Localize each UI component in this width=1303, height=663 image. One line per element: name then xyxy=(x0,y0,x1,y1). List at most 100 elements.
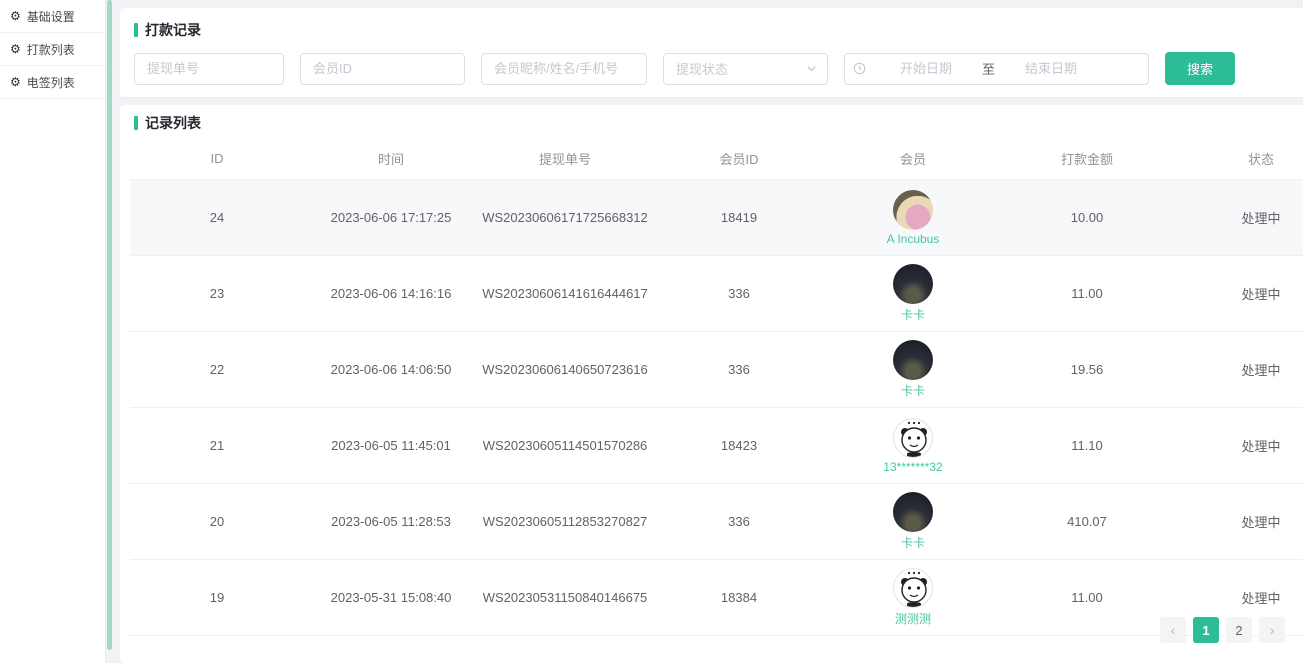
member-avatar xyxy=(893,264,933,304)
date-range-picker[interactable]: 至 xyxy=(844,53,1149,85)
cell-time: 2023-06-06 14:16:16 xyxy=(304,256,478,332)
cell-member: 卡卡 xyxy=(826,332,1000,408)
column-header: 会员 xyxy=(826,137,1000,180)
sidebar-item-label: 电签列表 xyxy=(27,74,75,91)
end-date-input[interactable] xyxy=(995,60,1107,77)
cell-order-no: WS20230606141616444617 xyxy=(478,256,652,332)
records-table: ID时间提现单号会员ID会员打款金额状态 24 2023-06-06 17:17… xyxy=(130,137,1303,636)
cell-amount: 11.00 xyxy=(1000,560,1174,636)
member-name-link[interactable]: 卡卡 xyxy=(901,534,925,551)
prev-page-button[interactable]: ‹ xyxy=(1160,617,1186,643)
cell-status: 处理中 xyxy=(1174,408,1303,484)
page-button-1[interactable]: 1 xyxy=(1193,617,1219,643)
cell-time: 2023-06-06 17:17:25 xyxy=(304,180,478,256)
table-row: 19 2023-05-31 15:08:40 WS202305311508401… xyxy=(130,560,1303,636)
table-row: 23 2023-06-06 14:16:16 WS202306061416164… xyxy=(130,256,1303,332)
record-list-title: 记录列表 xyxy=(120,113,1303,133)
start-date-input[interactable] xyxy=(870,60,982,77)
search-button[interactable]: 搜索 xyxy=(1165,52,1235,85)
title-marker xyxy=(134,23,138,37)
member-name-link[interactable]: 卡卡 xyxy=(901,382,925,399)
table-header-row: ID时间提现单号会员ID会员打款金额状态 xyxy=(130,137,1303,180)
member-avatar xyxy=(893,190,933,230)
pagination: ‹ 12 › xyxy=(1160,617,1285,643)
sidebar-item[interactable]: ⚙ 打款列表 xyxy=(0,33,105,66)
column-header: 时间 xyxy=(304,137,478,180)
sidebar-item[interactable]: ⚙ 电签列表 xyxy=(0,66,105,99)
cell-order-no: WS20230605112853270827 xyxy=(478,484,652,560)
record-list-title-text: 记录列表 xyxy=(145,113,201,133)
sidebar-item[interactable]: ⚙ 基础设置 xyxy=(0,0,105,33)
cell-order-no: WS20230606140650723616 xyxy=(478,332,652,408)
member-name-link[interactable]: 卡卡 xyxy=(901,306,925,323)
filter-card-title-text: 打款记录 xyxy=(145,20,201,40)
withdraw-order-no-input[interactable] xyxy=(134,53,284,85)
column-header: 会员ID xyxy=(652,137,826,180)
cell-time: 2023-05-31 15:08:40 xyxy=(304,560,478,636)
table-row: 21 2023-06-05 11:45:01 WS202306051145015… xyxy=(130,408,1303,484)
sidebar-item-label: 基础设置 xyxy=(27,8,75,25)
status-text: 处理中 xyxy=(1241,287,1280,302)
filter-card-title: 打款记录 xyxy=(134,20,1303,40)
cell-member-id: 18384 xyxy=(652,560,826,636)
status-text: 处理中 xyxy=(1241,363,1280,378)
cell-member: 13*******32 xyxy=(826,408,1000,484)
clock-icon xyxy=(853,62,866,75)
cell-order-no: WS20230531150840146675 xyxy=(478,560,652,636)
status-select-placeholder: 提现状态 xyxy=(676,59,728,78)
member-avatar xyxy=(893,492,933,532)
cell-time: 2023-06-06 14:06:50 xyxy=(304,332,478,408)
cell-member-id: 336 xyxy=(652,256,826,332)
scrollbar-thumb[interactable] xyxy=(107,0,112,650)
cell-id: 22 xyxy=(130,332,304,408)
withdraw-status-select[interactable]: 提现状态 xyxy=(663,53,828,85)
title-marker xyxy=(134,116,138,130)
cell-member: 测测测 xyxy=(826,560,1000,636)
sidebar-item-label: 打款列表 xyxy=(27,41,75,58)
chevron-down-icon xyxy=(806,63,817,74)
member-info-input[interactable] xyxy=(481,53,647,85)
status-text: 处理中 xyxy=(1241,211,1280,226)
cell-status: 处理中 xyxy=(1174,180,1303,256)
member-id-input[interactable] xyxy=(300,53,465,85)
cell-status: 处理中 xyxy=(1174,332,1303,408)
next-page-button[interactable]: › xyxy=(1259,617,1285,643)
payment-admin-page: { "colors":{"accent":"#2cbd96","link":"#… xyxy=(0,0,1303,663)
cell-time: 2023-06-05 11:28:53 xyxy=(304,484,478,560)
record-list-card: 记录列表 ID时间提现单号会员ID会员打款金额状态 24 2023-06-06 … xyxy=(120,105,1303,663)
member-name-link[interactable]: 测测测 xyxy=(895,610,931,627)
cell-amount: 11.10 xyxy=(1000,408,1174,484)
page-button-2[interactable]: 2 xyxy=(1226,617,1252,643)
cell-id: 19 xyxy=(130,560,304,636)
cell-amount: 11.00 xyxy=(1000,256,1174,332)
member-avatar xyxy=(893,418,933,458)
sidebar: ⚙ 基础设置 ⚙ 打款列表 ⚙ 电签列表 xyxy=(0,0,106,663)
cell-id: 23 xyxy=(130,256,304,332)
status-text: 处理中 xyxy=(1241,439,1280,454)
column-header: ID xyxy=(130,137,304,180)
cell-id: 21 xyxy=(130,408,304,484)
member-name-link[interactable]: 13*******32 xyxy=(883,460,942,474)
cell-member-id: 18423 xyxy=(652,408,826,484)
column-header: 状态 xyxy=(1174,137,1303,180)
cell-order-no: WS20230605114501570286 xyxy=(478,408,652,484)
cell-amount: 10.00 xyxy=(1000,180,1174,256)
cell-member: A Incubus xyxy=(826,180,1000,256)
member-avatar xyxy=(893,568,933,608)
cell-order-no: WS20230606171725668312 xyxy=(478,180,652,256)
cell-member-id: 336 xyxy=(652,332,826,408)
cell-time: 2023-06-05 11:45:01 xyxy=(304,408,478,484)
member-name-link[interactable]: A Incubus xyxy=(887,232,940,246)
gear-icon: ⚙ xyxy=(10,10,21,22)
cell-amount: 410.07 xyxy=(1000,484,1174,560)
cell-id: 20 xyxy=(130,484,304,560)
status-text: 处理中 xyxy=(1241,591,1280,606)
cell-status: 处理中 xyxy=(1174,256,1303,332)
cell-amount: 19.56 xyxy=(1000,332,1174,408)
filter-row: 提现状态 至 搜索 xyxy=(134,52,1303,85)
cell-member-id: 336 xyxy=(652,484,826,560)
table-row: 20 2023-06-05 11:28:53 WS202306051128532… xyxy=(130,484,1303,560)
cell-member: 卡卡 xyxy=(826,484,1000,560)
cell-member: 卡卡 xyxy=(826,256,1000,332)
table-row: 24 2023-06-06 17:17:25 WS202306061717256… xyxy=(130,180,1303,256)
